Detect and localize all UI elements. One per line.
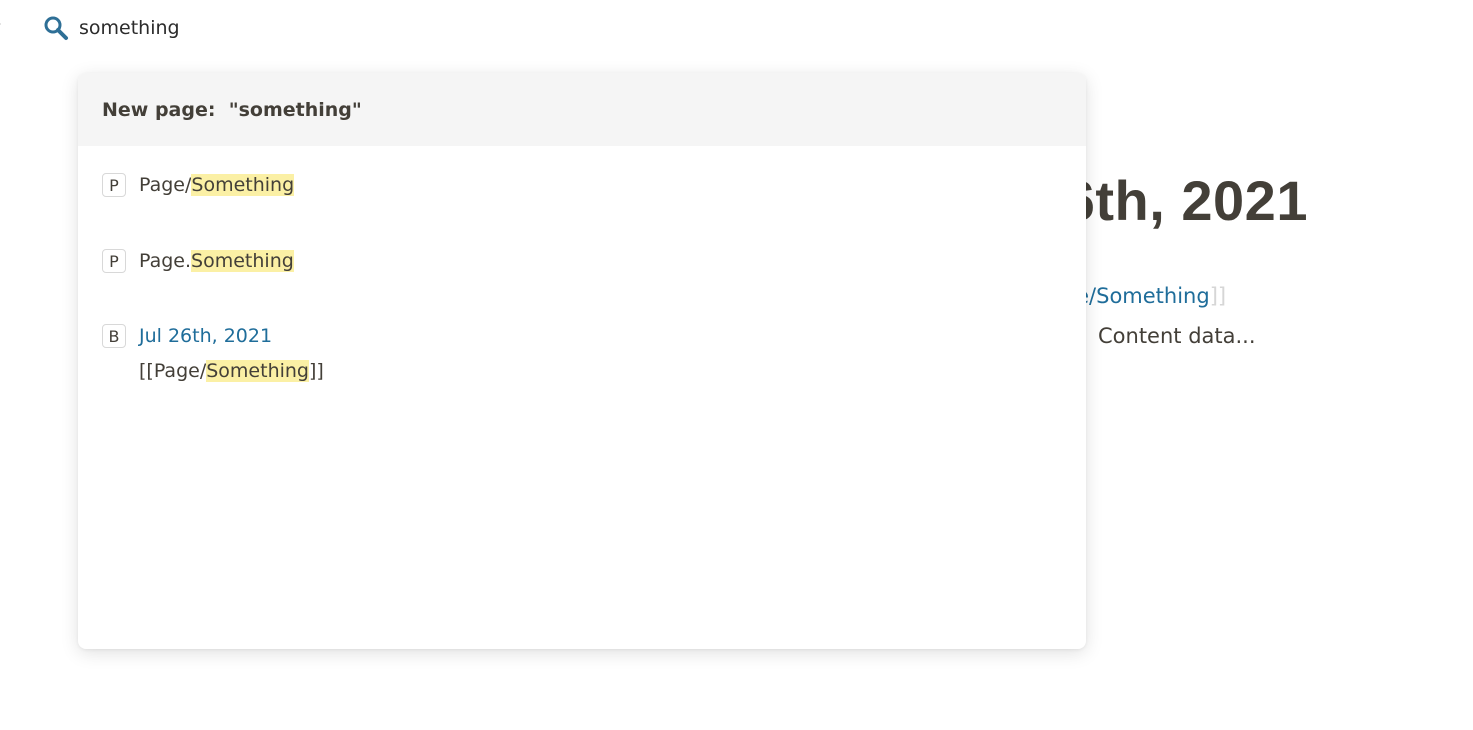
page-block-content[interactable]: Content data... — [1098, 324, 1256, 348]
search-result-block[interactable]: B Jul 26th, 2021 [[Page/Something]] — [102, 324, 324, 383]
search-results-dropdown: New page: "something" P Page/Something P… — [78, 73, 1086, 649]
result-match-highlight: Something — [191, 250, 294, 272]
ref-close-bracket: ]] — [1209, 284, 1227, 308]
search-result-page[interactable]: P Page.Something — [102, 249, 294, 273]
result-match-highlight: Something — [206, 360, 309, 382]
sidebar-toggle-caret-icon[interactable] — [0, 21, 1, 27]
result-block-text: [[Page/Something]] — [139, 359, 324, 383]
result-prefix: [[Page/ — [139, 360, 207, 382]
new-page-option[interactable]: New page: "something" — [78, 73, 1086, 146]
page-type-badge: P — [102, 173, 126, 197]
search-input[interactable] — [79, 10, 679, 46]
result-label: Page/Something — [139, 173, 295, 197]
result-prefix: Page/ — [139, 174, 192, 196]
result-label: Page.Something — [139, 249, 294, 273]
result-block-page-title: Jul 26th, 2021 — [139, 325, 273, 347]
page-type-badge: P — [102, 249, 126, 273]
search-result-page[interactable]: P Page/Something — [102, 173, 295, 197]
result-suffix: ]] — [309, 360, 324, 382]
result-match-highlight: Something — [191, 174, 295, 196]
block-type-badge: B — [102, 324, 126, 348]
search-icon — [42, 14, 70, 42]
app-root: l 26th, 2021 [Page/Something]] Content d… — [0, 0, 1473, 730]
result-block-content: Jul 26th, 2021 [[Page/Something]] — [139, 324, 324, 383]
result-prefix: Page. — [139, 250, 192, 272]
